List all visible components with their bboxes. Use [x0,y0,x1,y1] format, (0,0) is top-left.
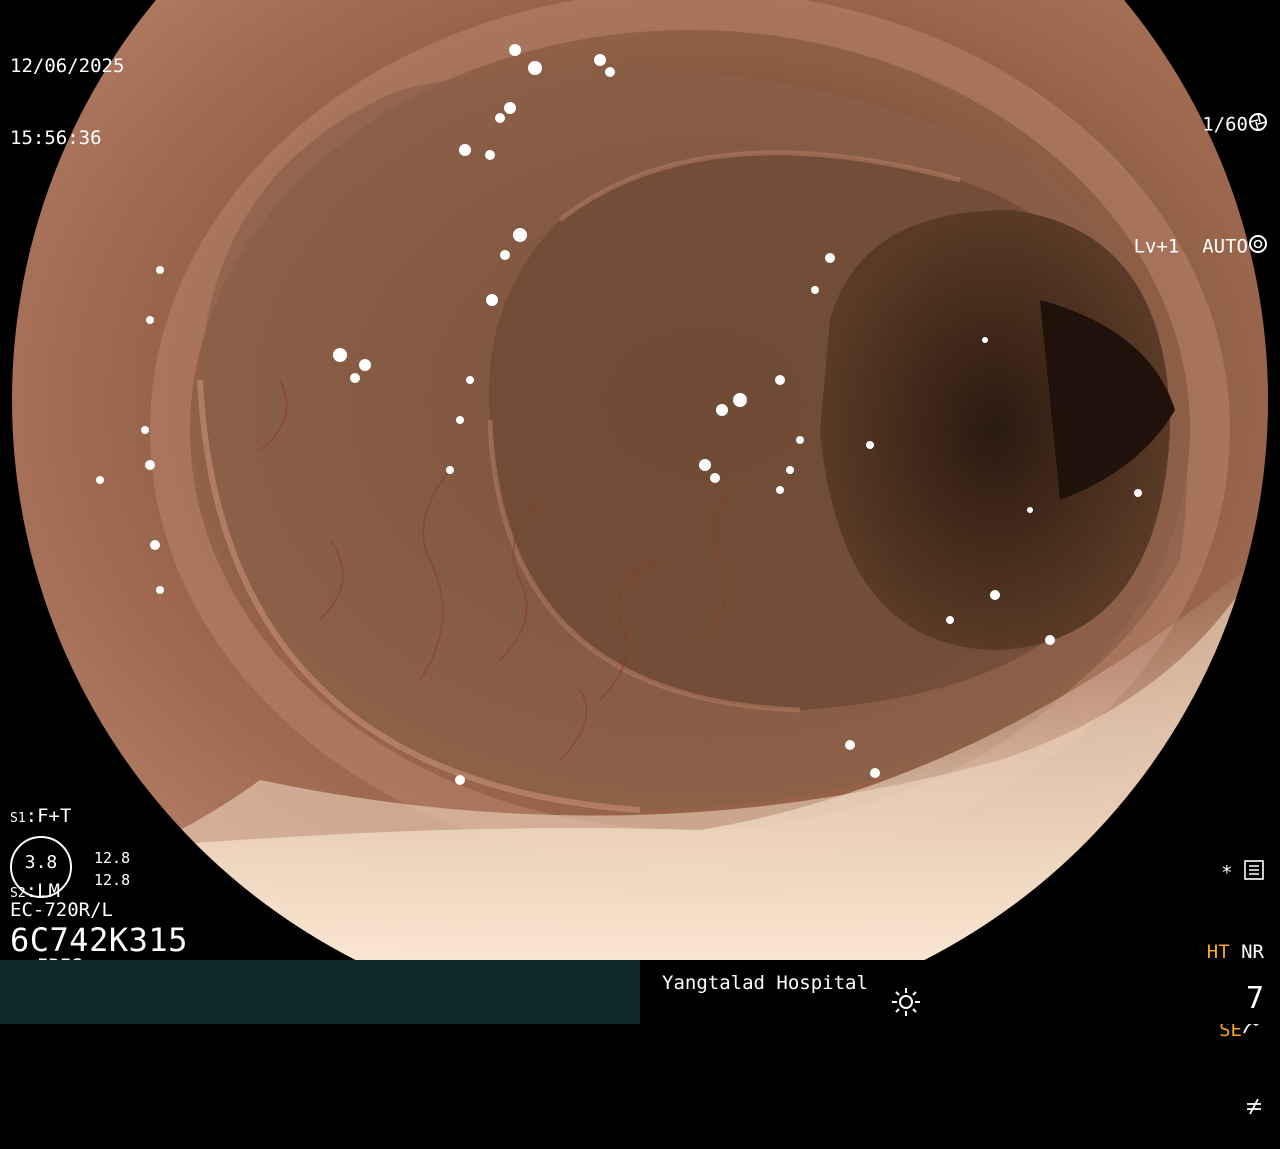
light-mode: AUTO [1202,235,1248,258]
gauge-upper: 12.8 [94,849,131,867]
aperture-icon [1248,112,1268,138]
shutter-speed: 1/60 [1202,113,1248,136]
hospital-name: Yangtalad Hospital [662,972,868,994]
time-text: 15:56:36 [10,127,102,149]
date-text: 12/06/2025 [10,55,125,77]
iris-icon [1248,234,1268,260]
brightness-icon [890,986,922,1018]
setting-key: S1 [10,811,26,826]
image-counter: 7 [1245,981,1264,1016]
datetime-display: 12/06/2025 15:56:36 [10,6,124,174]
scope-model: EC-720R/L [10,899,113,921]
gauge-lower: 12.8 [94,871,131,889]
star-indicator: * [1221,862,1233,884]
setting-value: F+T [37,805,72,827]
light-level: Lv+1 [1133,235,1180,258]
scope-serial: 6C742K315 [10,921,188,959]
setting-row-s1: S1:F+T [10,805,72,827]
shutter-info: 1/60 Lv+1 AUTO [1088,40,1268,308]
not-equal-icon [1244,1096,1264,1123]
settings-box-icon [1244,860,1264,887]
footer-left-panel [0,960,640,1024]
footer-bar: Yangtalad Hospital 7 [0,960,1280,1024]
gauge-value: 3.8 [24,852,58,873]
capacity-gauge: 3.8 12.8 12.8 [10,836,140,900]
